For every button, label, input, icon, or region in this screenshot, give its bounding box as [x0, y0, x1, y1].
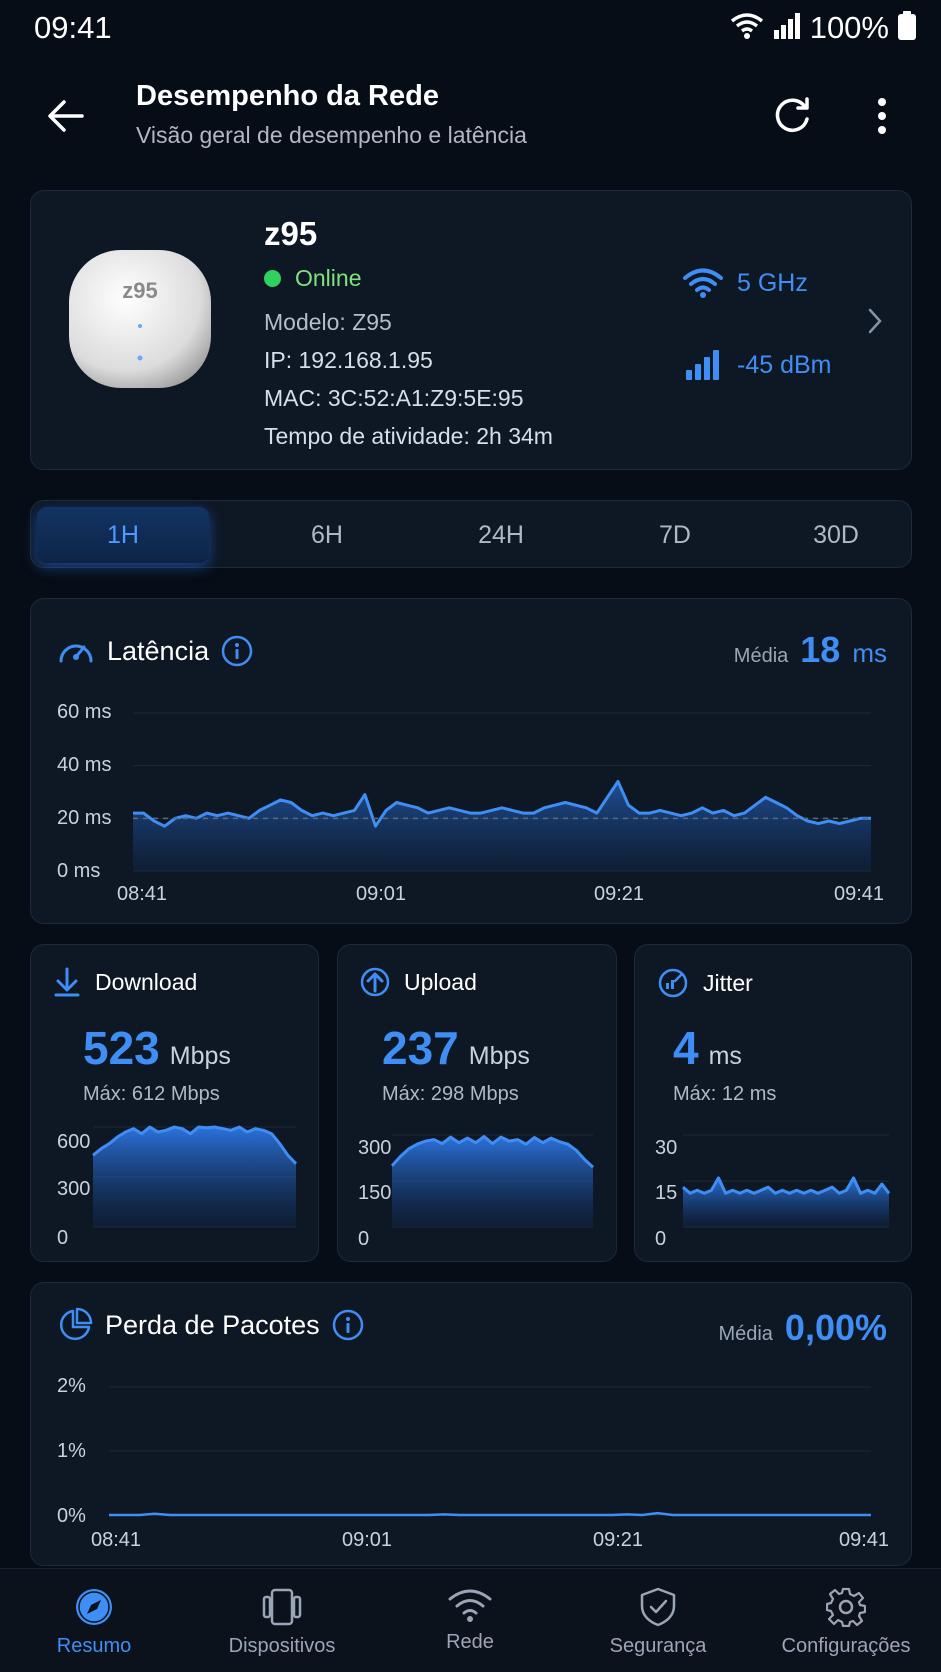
cellular-signal-icon — [772, 12, 802, 45]
jitter-unit: ms — [708, 1042, 742, 1070]
download-value: 523 Mbps — [83, 1021, 231, 1075]
nav-item-configuracoes[interactable]: Configurações — [752, 1569, 940, 1672]
device-band: 5 GHz — [683, 267, 808, 299]
download-title: Download — [95, 968, 198, 995]
wifi-icon — [683, 268, 723, 298]
latency-chart — [133, 712, 871, 872]
shield-check-icon — [640, 1587, 676, 1627]
upload-card: Upload 237 Mbps Máx: 298 Mbps 300 150 0 — [337, 944, 617, 1262]
arrow-left-icon — [48, 100, 84, 132]
refresh-button[interactable] — [766, 90, 818, 142]
device-mac: MAC: 3C:52:A1:Z9:5E:95 — [264, 385, 524, 411]
packet-loss-card: Perda de Pacotes Média 0,00% 2% 1% 0% 08… — [30, 1282, 912, 1566]
download-arrow-icon — [54, 967, 80, 997]
back-button[interactable] — [40, 90, 92, 142]
nav-label: Rede — [446, 1631, 494, 1653]
device-uptime: Tempo de atividade: 2h 34m — [264, 423, 553, 449]
jitter-card: Jitter 4 ms Máx: 12 ms 30 15 0 — [634, 944, 912, 1262]
upload-title: Upload — [404, 968, 477, 995]
status-time: 09:41 — [34, 10, 112, 45]
battery-icon — [897, 10, 917, 46]
compass-icon — [76, 1589, 112, 1625]
refresh-icon — [775, 97, 809, 132]
nav-item-dispositivos[interactable]: Dispositivos — [188, 1569, 376, 1672]
device-ip: IP: 192.168.1.95 — [264, 347, 433, 373]
status-icons: 100% — [730, 10, 917, 46]
nav-item-resumo[interactable]: Resumo — [0, 1569, 188, 1672]
time-range-selector: 1H 6H 24H 7D 30D — [30, 500, 912, 568]
upload-max: Máx: 298 Mbps — [382, 1083, 519, 1105]
device-signal: -45 dBm — [685, 349, 831, 381]
jitter-title: Jitter — [703, 969, 753, 996]
online-dot-icon — [264, 270, 281, 287]
bottom-navigation: Resumo Dispositivos Rede Segurança Confi… — [0, 1568, 941, 1672]
gear-icon — [826, 1587, 866, 1627]
download-chart — [92, 1125, 298, 1228]
battery-percent: 100% — [809, 10, 889, 45]
device-name: z95 — [264, 215, 318, 252]
jitter-max: Máx: 12 ms — [673, 1083, 777, 1105]
device-status-text: Online — [295, 265, 362, 291]
device-signal-text: -45 dBm — [737, 350, 832, 379]
wifi-status-icon — [730, 12, 764, 45]
nav-label: Dispositivos — [228, 1635, 336, 1657]
device-status: Online — [264, 265, 361, 292]
range-tab-24h[interactable]: 24H — [415, 507, 587, 563]
nav-item-rede[interactable]: Rede — [376, 1569, 564, 1672]
device-card[interactable]: z95 z95 Online Modelo: Z95 IP: 192.168.1… — [30, 190, 912, 470]
status-bar: 09:41 100% — [0, 0, 941, 56]
upload-header: Upload — [360, 967, 477, 997]
device-model: Modelo: Z95 — [264, 309, 392, 335]
jitter-chart — [682, 1134, 891, 1228]
range-tab-1h[interactable]: 1H — [37, 507, 209, 563]
upload-unit: Mbps — [468, 1042, 530, 1070]
upload-chart — [390, 1134, 595, 1228]
range-tab-6h[interactable]: 6H — [241, 507, 413, 563]
packet-loss-chart — [109, 1386, 871, 1517]
signal-strength-icon — [686, 350, 719, 380]
nav-label: Segurança — [609, 1635, 707, 1657]
device-band-text: 5 GHz — [737, 268, 808, 297]
page-title: Desempenho da Rede — [136, 80, 439, 112]
jitter-value: 4 ms — [673, 1021, 742, 1075]
range-tab-7d[interactable]: 7D — [589, 507, 761, 563]
range-tab-30d[interactable]: 30D — [765, 507, 907, 563]
upload-number: 237 — [382, 1022, 459, 1074]
nav-label: Resumo — [56, 1635, 132, 1657]
jitter-header: Jitter — [657, 967, 753, 999]
device-badge-text: z95 — [122, 278, 157, 303]
jitter-gauge-icon — [658, 968, 688, 998]
latency-card: Latência Média 18 ms 60 ms 40 ms 20 ms 0… — [30, 598, 912, 924]
download-max: Máx: 612 Mbps — [83, 1083, 220, 1105]
series-area — [93, 1127, 296, 1227]
upload-value: 237 Mbps — [382, 1021, 530, 1075]
wifi-icon — [448, 1589, 492, 1622]
nav-label: Configurações — [781, 1635, 911, 1657]
nav-item-seguranca[interactable]: Segurança — [564, 1569, 752, 1672]
devices-icon — [262, 1588, 302, 1626]
chevron-right-icon[interactable] — [867, 307, 883, 340]
series-line — [109, 1511, 871, 1517]
download-number: 523 — [83, 1022, 160, 1074]
series-area — [133, 781, 871, 871]
more-vertical-icon — [878, 98, 886, 134]
device-image: z95 — [65, 246, 215, 391]
download-unit: Mbps — [169, 1042, 231, 1070]
upload-arrow-icon — [360, 967, 390, 997]
series-area — [392, 1136, 593, 1227]
more-options-button[interactable] — [862, 90, 902, 142]
download-card: Download 523 Mbps Máx: 612 Mbps 600 300 … — [30, 944, 319, 1262]
jitter-number: 4 — [673, 1022, 699, 1074]
download-header: Download — [53, 967, 197, 997]
page-subtitle: Visão geral de desempenho e latência — [136, 122, 527, 148]
